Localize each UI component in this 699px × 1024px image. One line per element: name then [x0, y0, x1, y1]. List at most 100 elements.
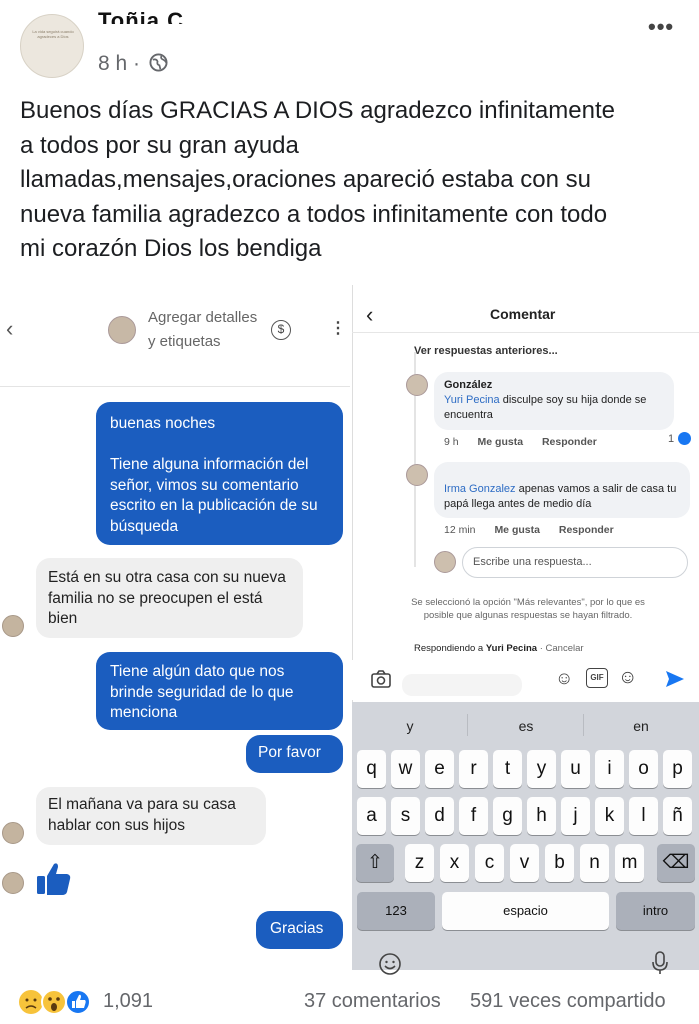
key-s[interactable]: s	[391, 797, 420, 835]
key-n[interactable]: n	[580, 844, 609, 882]
key-b[interactable]: b	[545, 844, 574, 882]
reaction-icons[interactable]	[18, 988, 96, 1016]
filter-note: Se seleccionó la opción "Más relevantes"…	[411, 597, 645, 621]
thumbs-up-icon	[37, 863, 71, 895]
message-bubble-incoming: Está en su otra casa con su nueva famili…	[36, 558, 303, 638]
chat-header-divider	[0, 386, 350, 387]
suggestion-item[interactable]: en	[591, 718, 691, 734]
suggestion-divider	[583, 714, 584, 736]
key-a[interactable]: a	[357, 797, 386, 835]
post-timestamp[interactable]: 8 h ·	[98, 52, 140, 76]
numbers-key[interactable]: 123	[357, 892, 435, 930]
reply-link[interactable]: Responder	[559, 524, 614, 536]
message-bubble-outgoing: Tiene algún dato que nos brinde segurida…	[96, 652, 343, 730]
key-r[interactable]: r	[459, 750, 488, 788]
key-e[interactable]: e	[425, 750, 454, 788]
sender-avatar	[2, 872, 24, 894]
reaction-count[interactable]: 1,091	[103, 990, 153, 1013]
shift-key[interactable]: ⇧	[356, 844, 394, 882]
key-v[interactable]: v	[510, 844, 539, 882]
space-key[interactable]: espacio	[442, 892, 609, 930]
key-x[interactable]: x	[440, 844, 469, 882]
key-ñ[interactable]: ñ	[663, 797, 692, 835]
comment-meta: 12 min Me gusta Responder	[444, 524, 614, 536]
comment-mention[interactable]: Yuri Pecina	[444, 394, 500, 406]
post-line: Buenos días GRACIAS A DIOS agradezco inf…	[20, 97, 615, 124]
my-avatar	[434, 551, 456, 573]
comment-mention[interactable]: Irma Gonzalez	[444, 483, 516, 495]
send-icon[interactable]	[664, 668, 686, 690]
author-name-redaction	[98, 24, 298, 38]
comment-bubble: Irma Gonzalez apenas vamos a salir de ca…	[434, 462, 690, 518]
return-key[interactable]: intro	[616, 892, 695, 930]
key-g[interactable]: g	[493, 797, 522, 835]
like-link[interactable]: Me gusta	[478, 436, 524, 448]
comment-time: 12 min	[444, 524, 476, 536]
key-f[interactable]: f	[459, 797, 488, 835]
comment-input[interactable]	[402, 674, 522, 696]
author-avatar[interactable]: La vida seguirá cuando agradeces a Dios	[20, 14, 84, 78]
comment-author[interactable]	[444, 468, 680, 482]
share-count[interactable]: 591 veces compartido	[470, 990, 666, 1013]
comment-meta: 9 h Me gusta Responder	[444, 436, 597, 448]
key-i[interactable]: i	[595, 750, 624, 788]
key-h[interactable]: h	[527, 797, 556, 835]
key-l[interactable]: l	[629, 797, 658, 835]
key-j[interactable]: j	[561, 797, 590, 835]
avatar-image-text: La vida seguirá cuando agradeces a Dios	[32, 29, 74, 39]
key-t[interactable]: t	[493, 750, 522, 788]
post-line: a todos por su gran ayuda	[20, 131, 299, 159]
reply-link[interactable]: Responder	[542, 436, 597, 448]
globe-icon	[149, 53, 168, 72]
camera-icon[interactable]	[370, 668, 392, 690]
key-y[interactable]: y	[527, 750, 556, 788]
gif-icon[interactable]: GIF	[586, 668, 608, 688]
delete-key[interactable]: ⌫	[657, 844, 695, 882]
post-line: llamadas,mensajes,oraciones apareció est…	[20, 166, 591, 193]
commenter-avatar[interactable]	[406, 374, 428, 396]
more-options-icon[interactable]: •••	[648, 14, 674, 40]
commenter-avatar[interactable]	[406, 464, 428, 486]
microphone-icon[interactable]	[650, 950, 670, 976]
view-previous-replies-link[interactable]: Ver respuestas anteriores...	[414, 345, 558, 357]
chat-header-title[interactable]: Agregar detalles y etiquetas	[148, 306, 268, 354]
key-c[interactable]: c	[475, 844, 504, 882]
replying-prefix: Respondiendo a	[414, 643, 486, 654]
back-arrow-icon[interactable]: ‹	[366, 302, 373, 328]
post-text: Buenos días GRACIAS A DIOS agradezco inf…	[20, 94, 688, 267]
comments-header-divider	[352, 332, 699, 333]
key-z[interactable]: z	[405, 844, 434, 882]
message-bubble-incoming: El mañana va para su casa hablar con sus…	[36, 787, 266, 845]
key-d[interactable]: d	[425, 797, 454, 835]
suggestion-divider	[467, 714, 468, 736]
key-p[interactable]: p	[663, 750, 692, 788]
back-arrow-icon[interactable]: ‹	[6, 316, 13, 342]
key-m[interactable]: m	[615, 844, 644, 882]
replying-to-bar: Respondiendo a Yuri Pecina · Cancelar	[414, 643, 584, 654]
replying-name: Yuri Pecina	[485, 643, 538, 654]
kebab-menu-icon[interactable]: ⋮	[330, 318, 346, 338]
post-line: nueva familia agradezco a todos infinita…	[20, 200, 608, 228]
like-link[interactable]: Me gusta	[494, 524, 540, 536]
emoji-keyboard-icon[interactable]	[378, 952, 402, 976]
key-u[interactable]: u	[561, 750, 590, 788]
sender-avatar	[2, 822, 24, 844]
emoji-icon[interactable]: ☺	[618, 667, 637, 689]
suggestion-item[interactable]: es	[476, 718, 576, 734]
contact-avatar	[108, 316, 136, 344]
message-bubble-outgoing: Gracias	[256, 911, 343, 949]
dollar-icon[interactable]: $	[271, 320, 291, 340]
reply-input[interactable]: Escribe una respuesta...	[462, 547, 688, 578]
avatar-sticker-icon[interactable]: ☺	[555, 668, 579, 689]
comment-count[interactable]: 37 comentarios	[304, 990, 441, 1013]
key-w[interactable]: w	[391, 750, 420, 788]
key-o[interactable]: o	[629, 750, 658, 788]
key-q[interactable]: q	[357, 750, 386, 788]
cancel-reply-link[interactable]: · Cancelar	[537, 643, 584, 654]
post-line: mi corazón Dios los bendiga	[20, 235, 322, 262]
sender-avatar	[2, 615, 24, 637]
comment-author[interactable]: González	[444, 378, 664, 393]
key-k[interactable]: k	[595, 797, 624, 835]
suggestion-item[interactable]: y	[360, 718, 460, 734]
like-reaction-icon	[678, 432, 691, 445]
